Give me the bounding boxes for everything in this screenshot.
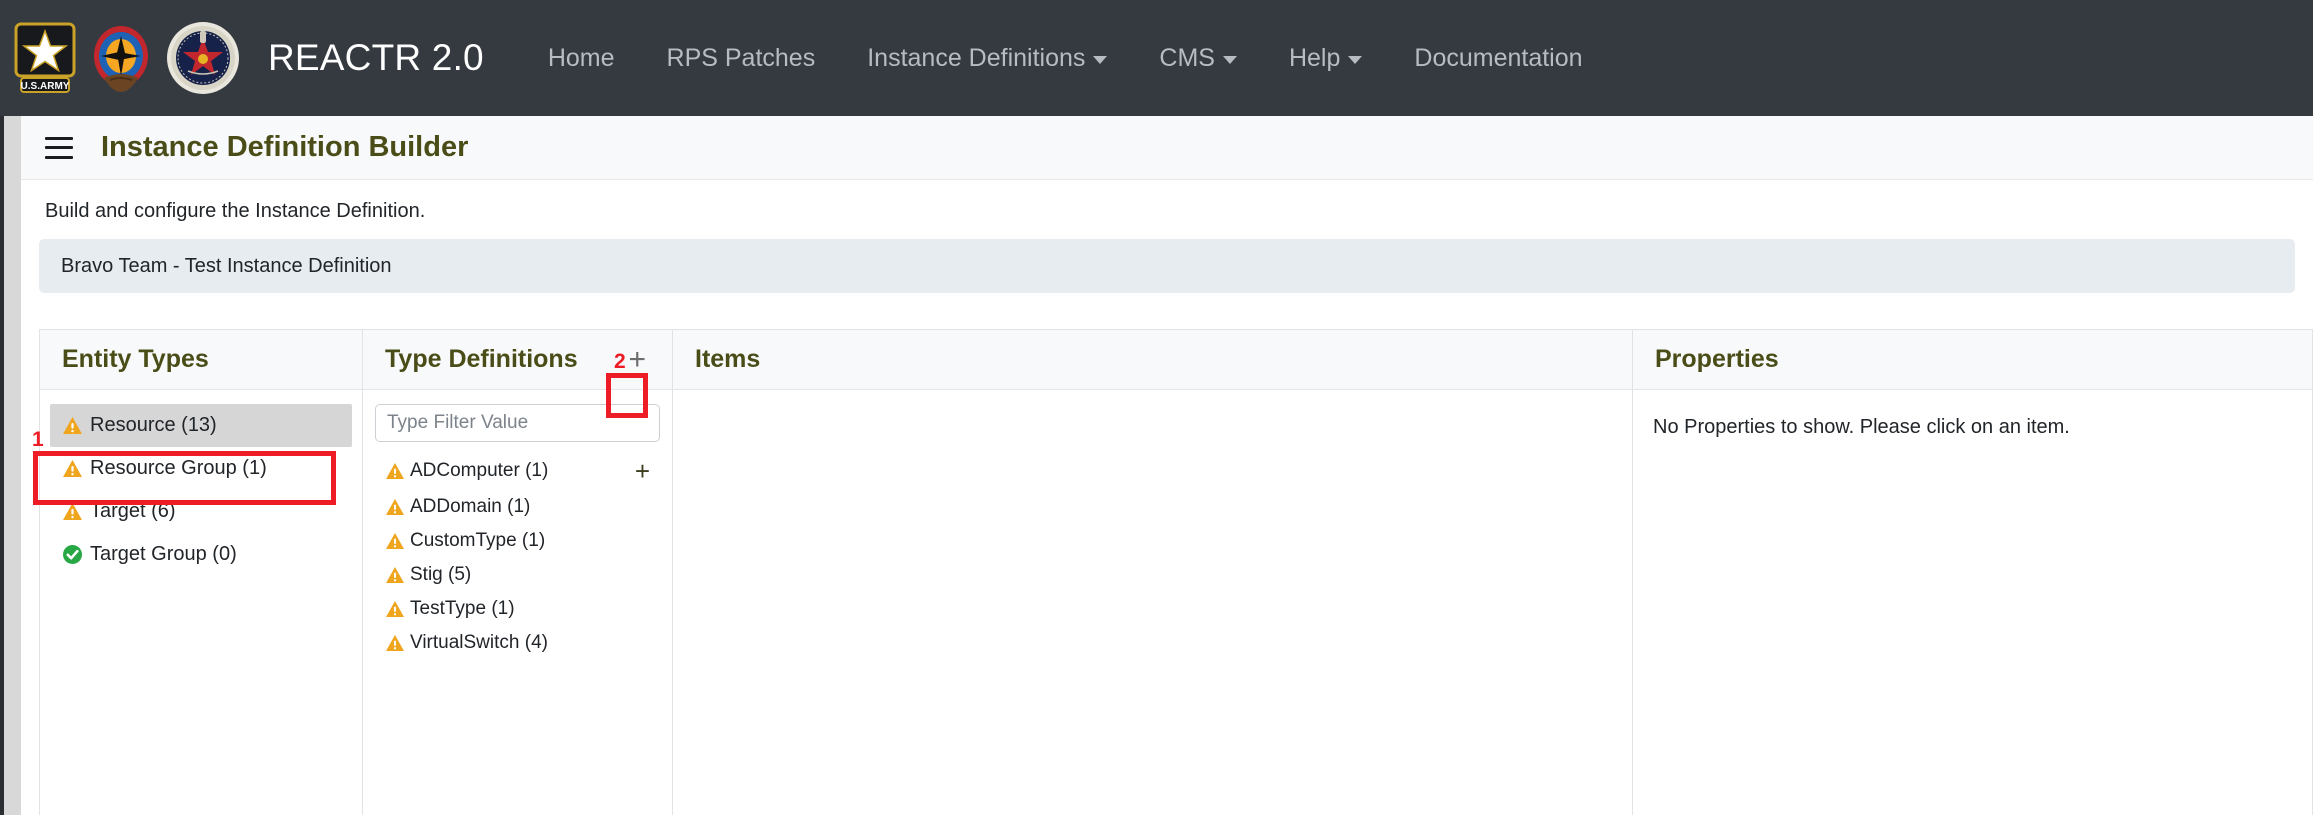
type-definitions-body: ADComputer (1) + ADDomai	[363, 390, 672, 815]
page-title: Instance Definition Builder	[101, 131, 469, 163]
warning-triangle-icon	[385, 600, 405, 618]
type-definition-label: ADComputer (1)	[410, 460, 549, 481]
entity-types-body: Resource (13) Resource Group (1) Target …	[40, 390, 362, 815]
properties-title: Properties	[1655, 345, 1779, 373]
properties-empty-text: No Properties to show. Please click on a…	[1653, 416, 2070, 438]
entity-type-label: Resource Group (1)	[90, 457, 267, 479]
instance-definition-name-band: Bravo Team - Test Instance Definition	[39, 239, 2295, 293]
top-navigation-bar: U.S.ARMY REACTR 2.0 Home RPS Patches Ins…	[0, 0, 2313, 116]
entity-types-header: Entity Types	[40, 330, 362, 390]
nav-link-cms-label: CMS	[1159, 43, 1215, 72]
type-definitions-title: Type Definitions	[385, 345, 578, 373]
us-army-star-logo: U.S.ARMY	[14, 22, 76, 93]
blue-star-seal-logo	[167, 22, 239, 94]
add-item-button[interactable]: +	[623, 458, 650, 484]
properties-header: Properties	[1633, 330, 2312, 390]
warning-triangle-icon	[385, 566, 405, 584]
compass-rose-insignia-logo	[94, 26, 148, 92]
nav-link-home[interactable]: Home	[522, 36, 641, 81]
items-title: Items	[695, 345, 761, 373]
entity-types-title: Entity Types	[62, 345, 209, 373]
items-panel: Items	[673, 329, 1633, 815]
properties-panel: Properties No Properties to show. Please…	[1633, 329, 2313, 815]
entity-type-row-target-group[interactable]: Target Group (0)	[50, 533, 352, 576]
nav-link-documentation[interactable]: Documentation	[1388, 36, 1608, 81]
type-definition-row-addomain[interactable]: ADDomain (1)	[373, 490, 662, 524]
check-circle-icon	[62, 544, 83, 565]
entity-type-row-resource[interactable]: Resource (13)	[50, 404, 352, 447]
type-definition-label: ADDomain (1)	[410, 496, 531, 517]
type-filter-input[interactable]	[375, 404, 660, 442]
type-definition-label: VirtualSwitch (4)	[410, 632, 548, 653]
warning-triangle-icon	[385, 634, 405, 652]
type-definition-row-adcomputer[interactable]: ADComputer (1) +	[373, 452, 662, 490]
type-definition-row-virtualswitch[interactable]: VirtualSwitch (4)	[373, 626, 662, 660]
type-definitions-panel: Type Definitions + Type Filter Value ADC…	[363, 329, 673, 815]
svg-text:U.S.ARMY: U.S.ARMY	[21, 81, 70, 92]
type-definition-label: TestType (1)	[410, 598, 515, 619]
nav-link-help-label: Help	[1288, 43, 1341, 72]
nav-link-rps-patches[interactable]: RPS Patches	[641, 36, 842, 81]
entity-types-list: Resource (13) Resource Group (1) Target …	[40, 398, 362, 576]
nav-link-home-label: Home	[547, 43, 615, 72]
add-type-definition-button[interactable]: +	[620, 343, 654, 377]
type-definition-row-stig[interactable]: Stig (5)	[373, 558, 662, 592]
entity-type-row-resource-group[interactable]: Resource Group (1)	[50, 447, 352, 490]
warning-triangle-icon	[385, 498, 405, 516]
type-definition-row-customtype[interactable]: CustomType (1)	[373, 524, 662, 558]
app-brand-title: REACTR 2.0	[268, 37, 484, 78]
nav-link-instance-definitions[interactable]: Instance Definitions	[841, 36, 1133, 81]
primary-nav: Home RPS Patches Instance Definitions CM…	[522, 36, 1609, 81]
warning-triangle-icon	[385, 532, 405, 550]
page-subtitle: Build and configure the Instance Definit…	[21, 180, 2313, 239]
chevron-down-icon	[1093, 56, 1108, 64]
nav-link-instance-definitions-label: Instance Definitions	[867, 43, 1086, 72]
items-body	[673, 390, 1632, 815]
warning-triangle-icon	[385, 462, 405, 480]
logo-group: U.S.ARMY	[14, 21, 240, 95]
entity-type-label: Resource (13)	[90, 414, 217, 436]
type-definition-row-testtype[interactable]: TestType (1)	[373, 592, 662, 626]
nav-link-rps-patches-label: RPS Patches	[666, 43, 816, 72]
items-empty-text	[691, 404, 1614, 440]
warning-triangle-icon	[62, 459, 83, 478]
properties-body: No Properties to show. Please click on a…	[1633, 390, 2312, 815]
entity-type-label: Target (6)	[90, 500, 176, 522]
sidebar-gutter	[4, 116, 21, 815]
type-definitions-list: ADComputer (1) + ADDomain (1) CustomType…	[363, 452, 672, 660]
nav-link-documentation-label: Documentation	[1414, 43, 1583, 72]
type-definitions-filter-wrap	[363, 398, 672, 452]
nav-link-cms[interactable]: CMS	[1133, 36, 1263, 81]
page-content: Instance Definition Builder Build and co…	[21, 116, 2313, 815]
instance-definition-name: Bravo Team - Test Instance Definition	[61, 254, 392, 277]
type-definition-label: CustomType (1)	[410, 530, 546, 551]
chevron-down-icon	[1222, 56, 1237, 64]
chevron-down-icon	[1348, 56, 1363, 64]
entity-type-label: Target Group (0)	[90, 543, 237, 565]
page-header: Instance Definition Builder	[21, 116, 2313, 180]
type-definition-label: Stig (5)	[410, 564, 472, 585]
page-shell: Instance Definition Builder Build and co…	[0, 116, 2313, 815]
entity-type-row-target[interactable]: Target (6)	[50, 490, 352, 533]
type-definitions-header: Type Definitions +	[363, 330, 672, 390]
items-header: Items	[673, 330, 1632, 390]
warning-triangle-icon	[62, 502, 83, 521]
builder-panels: Entity Types Resource (13) Resource Grou…	[39, 329, 2313, 815]
hamburger-menu-icon[interactable]	[45, 136, 73, 159]
entity-types-panel: Entity Types Resource (13) Resource Grou…	[39, 329, 363, 815]
warning-triangle-icon	[62, 416, 83, 435]
nav-link-help[interactable]: Help	[1263, 36, 1388, 81]
